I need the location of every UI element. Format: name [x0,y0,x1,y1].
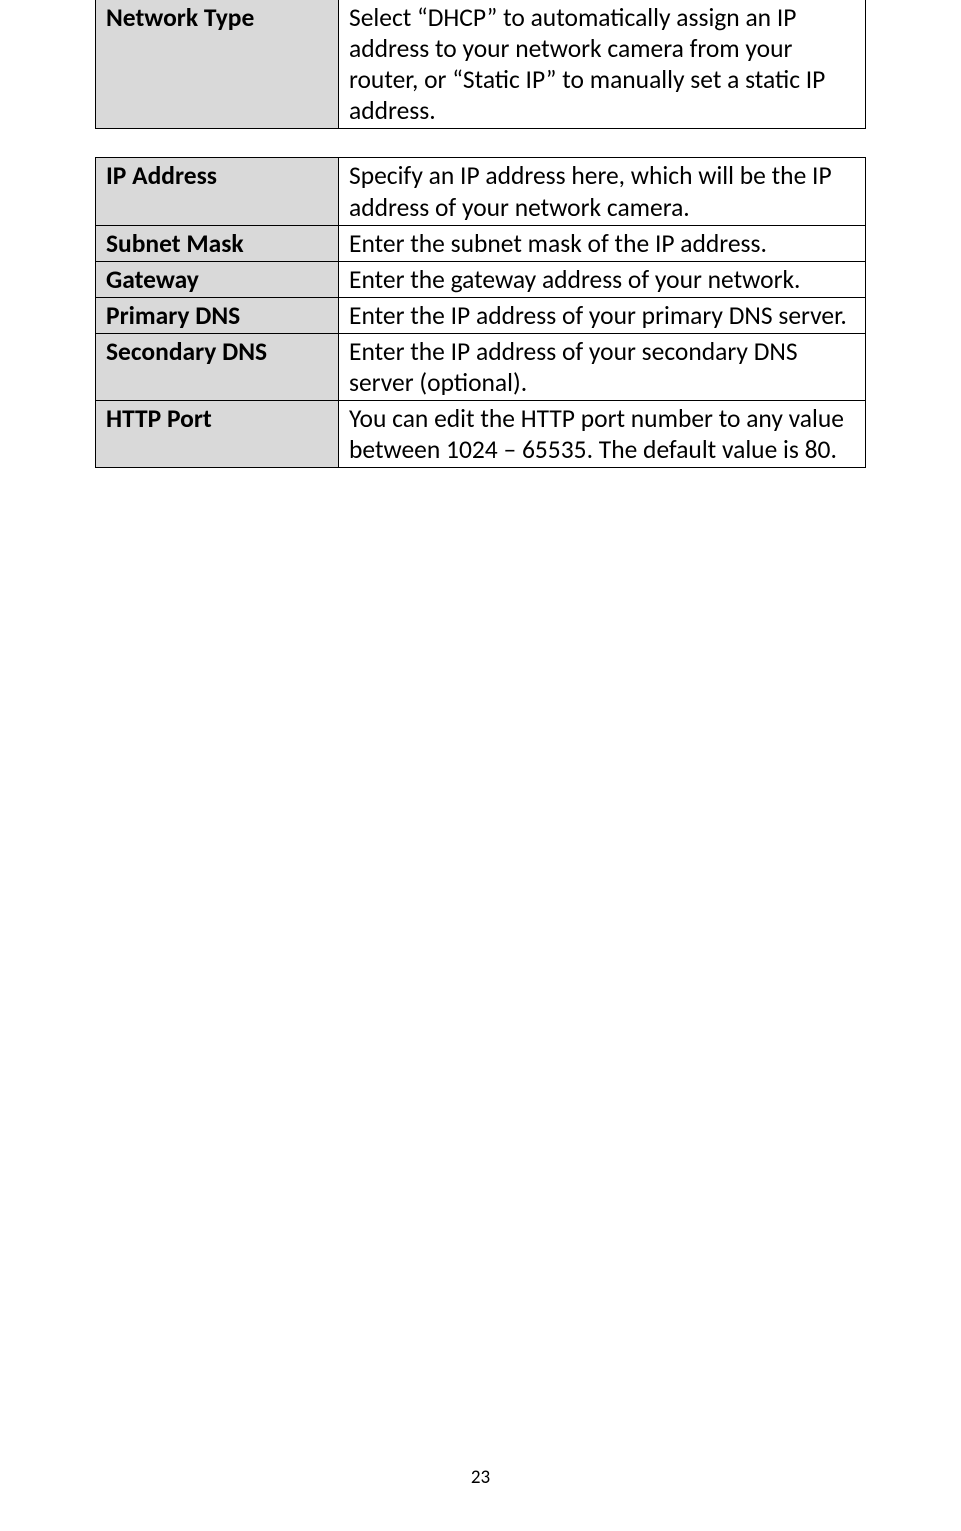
table-row: Subnet Mask Enter the subnet mask of the… [96,225,866,261]
gateway-desc: Enter the gateway address of your networ… [339,261,866,297]
primary-dns-desc: Enter the IP address of your primary DNS… [339,297,866,333]
gateway-label: Gateway [96,261,339,297]
table-row: Network Type Select “DHCP” to automatica… [96,0,866,129]
table-row: HTTP Port You can edit the HTTP port num… [96,401,866,468]
table-row: Gateway Enter the gateway address of you… [96,261,866,297]
network-type-table: Network Type Select “DHCP” to automatica… [95,0,866,129]
http-port-desc: You can edit the HTTP port number to any… [339,401,866,468]
network-type-desc: Select “DHCP” to automatically assign an… [339,0,866,129]
network-type-label: Network Type [96,0,339,129]
subnet-mask-desc: Enter the subnet mask of the IP address. [339,225,866,261]
table-row: Secondary DNS Enter the IP address of yo… [96,333,866,400]
ip-address-label: IP Address [96,158,339,225]
primary-dns-label: Primary DNS [96,297,339,333]
table-spacer [95,129,866,157]
secondary-dns-label: Secondary DNS [96,333,339,400]
ip-settings-table: IP Address Specify an IP address here, w… [95,157,866,468]
subnet-mask-label: Subnet Mask [96,225,339,261]
ip-address-desc: Specify an IP address here, which will b… [339,158,866,225]
table-row: IP Address Specify an IP address here, w… [96,158,866,225]
http-port-label: HTTP Port [96,401,339,468]
page-number: 23 [0,1466,961,1489]
secondary-dns-desc: Enter the IP address of your secondary D… [339,333,866,400]
table-row: Primary DNS Enter the IP address of your… [96,297,866,333]
